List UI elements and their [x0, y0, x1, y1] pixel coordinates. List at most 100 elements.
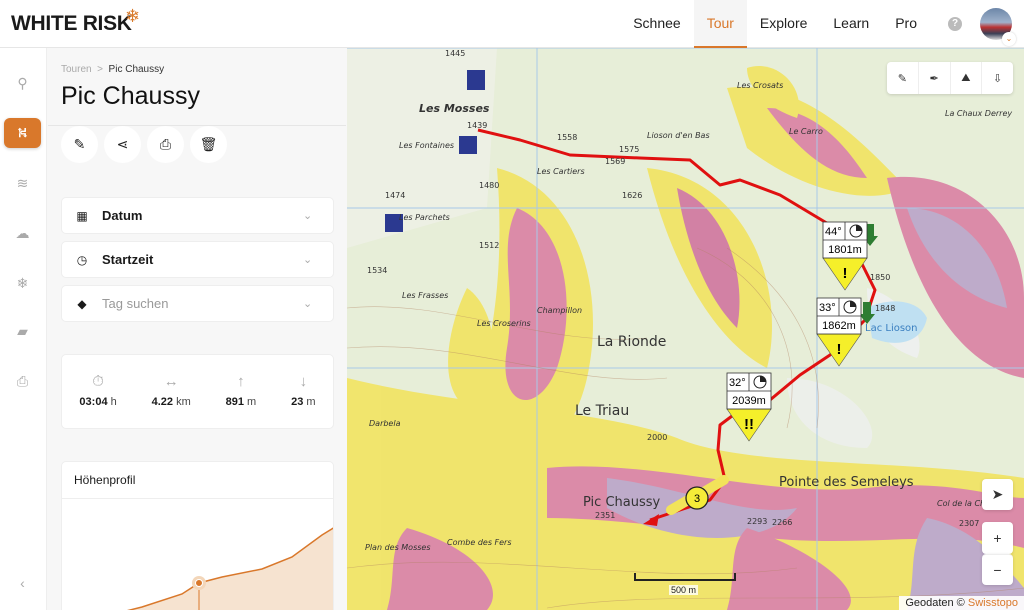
map-label: Le Carro [789, 127, 823, 136]
calendar-icon: ▦ [76, 208, 88, 223]
warning-level: ! [843, 265, 848, 282]
nav-tour[interactable]: Tour [693, 0, 747, 48]
tag-search-placeholder[interactable]: Tag suchen [102, 296, 303, 311]
page-title: Pic Chaussy [61, 82, 200, 110]
bus-stop-icon [459, 136, 477, 154]
clock-icon: ◷ [76, 252, 88, 267]
marker-altitude: 2039m [732, 395, 766, 407]
distance-icon: ↔ [163, 373, 179, 390]
date-label: Datum [102, 208, 143, 223]
spot-height: 2266 [772, 518, 792, 527]
spot-height: 2351 [595, 511, 615, 520]
zoom-in-button[interactable]: + [982, 522, 1013, 554]
warning-level: !! [744, 416, 754, 433]
marker-altitude: 1862m [822, 320, 856, 332]
ascent-icon: ↑ [237, 373, 245, 390]
map-label: Le Triau [575, 403, 629, 419]
zoom-out-button[interactable]: − [982, 554, 1013, 585]
tour-stats: ⏱ 03:04 h ↔ 4.22 km ↑ 891 m ↓ 23 m [61, 354, 334, 429]
spot-height: 1575 [619, 145, 639, 154]
scale-bar [634, 573, 736, 581]
elevation-profile-title: Höhenprofil [62, 462, 333, 499]
start-time-field[interactable]: ◷ Startzeit ⌄ [61, 241, 334, 278]
map-label: Champillon [537, 306, 582, 315]
tag-search-field[interactable]: ◆ Tag suchen ⌄ [61, 285, 334, 322]
slope-hazard-marker[interactable]: 32° 2039m!! [726, 372, 772, 442]
stat-ascent: ↑ 891 m [225, 373, 257, 408]
elevation-chart[interactable] [62, 499, 334, 610]
topo-map[interactable]: 3 Les Mosses Les Fontaines Les Cartiers Les… [347, 48, 1024, 610]
spot-height: 1558 [557, 133, 577, 142]
map-label: Les Cartiers [537, 167, 585, 176]
delete-button[interactable]: 🗑 [190, 126, 227, 163]
help-icon[interactable]: ? [948, 17, 962, 31]
map-label: Lac Lioson [865, 323, 918, 334]
tour-panel: Touren > Pic Chaussy Pic Chaussy ✎ ⋖ ⎙ 🗑… [48, 48, 346, 610]
map-label: Darbela [369, 419, 401, 428]
route-icon[interactable]: ⛕ [4, 118, 41, 148]
spot-height: 1534 [367, 266, 387, 275]
map-label: La Chaux Derrey [945, 109, 1012, 118]
spot-height: 1445 [445, 49, 465, 58]
chevron-down-icon: ⌄ [303, 210, 313, 222]
slope-hazard-marker[interactable]: 44° 1801m! [822, 221, 868, 291]
slope-angle: 33° [819, 302, 836, 314]
search-icon[interactable]: ⚲ [4, 68, 41, 98]
map-label: Plan des Mosses [365, 543, 431, 552]
spot-height: 2307 [959, 519, 979, 528]
nav-learn[interactable]: Learn [820, 0, 882, 48]
print-icon[interactable]: ⎙ [4, 366, 41, 396]
edit-button[interactable]: ✎ [61, 126, 98, 163]
chevron-down-icon[interactable]: ⌄ [1002, 32, 1016, 46]
start-time-label: Startzeit [102, 252, 154, 267]
top-bar: WHITE RISK ❄ Schnee Tour Explore Learn P… [0, 0, 1024, 48]
descent-icon: ↓ [299, 373, 308, 390]
map-label: Les Fontaines [399, 141, 454, 150]
spot-height: 1480 [479, 181, 499, 190]
weather-icon[interactable]: ☁ [4, 218, 41, 248]
map-attribution: Geodaten © Swisstopo [899, 596, 1024, 610]
elevation-profile: Höhenprofil [61, 461, 334, 610]
nav-pro[interactable]: Pro [882, 0, 930, 48]
spot-height: 1512 [479, 241, 499, 250]
spot-height: 1850 [870, 273, 890, 282]
spot-height: 1626 [622, 191, 642, 200]
map-label: Les Frasses [402, 291, 448, 300]
hazard-layer-icon[interactable]: ⛰ [951, 62, 983, 94]
avatar[interactable]: ⌄ [980, 8, 1016, 46]
draw-route-icon[interactable]: ✎ [887, 62, 919, 94]
slope-hazard-marker[interactable]: 33° 1862m! [816, 297, 862, 367]
collapse-chevron-icon[interactable]: ‹ [4, 568, 41, 598]
breadcrumb-parent[interactable]: Touren [61, 64, 92, 75]
action-bar: ✎ ⋖ ⎙ 🗑 [61, 126, 227, 163]
locate-button[interactable]: ➤ [982, 479, 1013, 510]
import-file-icon[interactable]: ⇩ [982, 62, 1013, 94]
snowflake-icon[interactable]: ❄ [4, 268, 41, 298]
stat-distance: ↔ 4.22 km [151, 373, 191, 408]
position-marker [195, 579, 203, 587]
breadcrumb-current: Pic Chaussy [108, 64, 165, 75]
ruler-icon[interactable]: ▰ [4, 316, 41, 346]
chevron-down-icon: ⌄ [303, 298, 313, 310]
map[interactable]: 3 Les Mosses Les Fontaines Les Cartiers Les… [347, 48, 1024, 610]
nav-schnee[interactable]: Schnee [620, 0, 693, 48]
slope-angle: 44° [825, 226, 842, 238]
map-label: Les Croserins [477, 319, 531, 328]
share-button[interactable]: ⋖ [104, 126, 141, 163]
print-button[interactable]: ⎙ [147, 126, 184, 163]
spot-height: 1569 [605, 157, 625, 166]
map-label: Les Mosses [419, 102, 490, 115]
draw-route-auto-icon[interactable]: ✒ [919, 62, 951, 94]
logo[interactable]: WHITE RISK [11, 12, 132, 36]
nav-explore[interactable]: Explore [747, 0, 820, 48]
map-draw-toolbar: ✎ ✒ ⛰ ⇩ [887, 62, 1013, 94]
map-label: Combe des Fers [447, 538, 512, 547]
map-label: Pointe des Semeleys [779, 475, 914, 490]
layers-icon[interactable]: ≋ [4, 168, 41, 198]
date-field[interactable]: ▦ Datum ⌄ [61, 197, 334, 234]
stat-descent: ↓ 23 m [291, 373, 316, 408]
stopwatch-icon: ⏱ [92, 373, 104, 390]
swisstopo-link[interactable]: Swisstopo [968, 597, 1018, 609]
waypoint-label: 3 [694, 493, 700, 505]
breadcrumb: Touren > Pic Chaussy [61, 64, 164, 75]
